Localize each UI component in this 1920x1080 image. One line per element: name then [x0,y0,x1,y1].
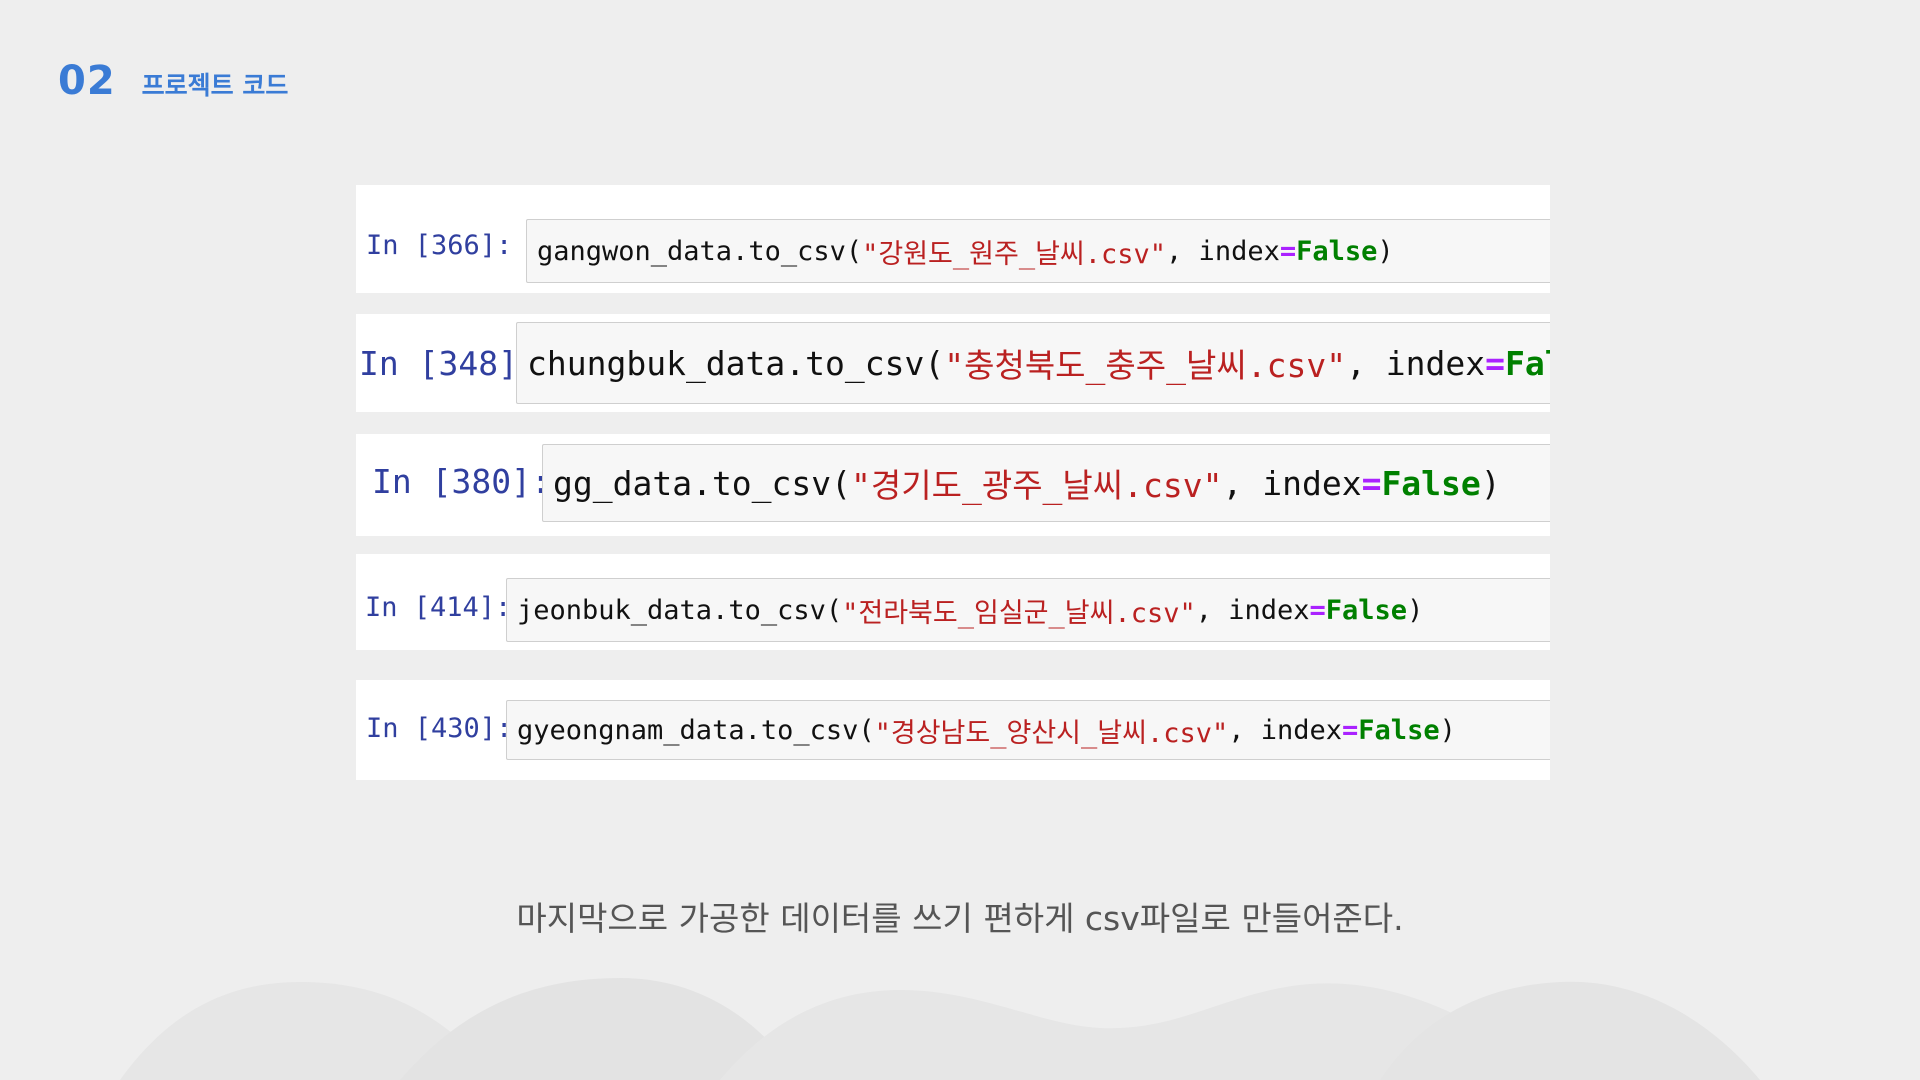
code-close-paren: ) [1377,235,1394,267]
code-operator: = [1485,343,1506,383]
code-var: gyeongnam_data.to_csv( [517,714,875,746]
code-input[interactable]: gangwon_data.to_csv("강원도_원주_날씨.csv", ind… [526,219,1550,283]
code-args: , index [1346,343,1486,383]
code-close-paren: ) [1439,714,1456,746]
code-input[interactable]: gyeongnam_data.to_csv("경상남도_양산시_날씨.csv",… [506,700,1550,760]
code-var: jeonbuk_data.to_csv( [517,594,843,626]
code-string: "경상남도_양산시_날씨.csv" [874,717,1229,749]
code-cell: In [348]: chungbuk_data.to_csv("충청북도_충주_… [356,314,1550,412]
code-string: "전라북도_임실군_날씨.csv" [842,597,1196,629]
code-string: "충청북도_충주_날씨.csv" [944,346,1347,385]
decorative-wave-background [120,978,1760,1080]
slide-header: 02 프로젝트 코드 [58,58,288,104]
code-close-paren: ) [1407,594,1424,626]
code-keyword: False [1296,235,1378,267]
code-args: , index [1166,235,1280,267]
cell-prompt: In [414]: [365,592,512,623]
code-args: , index [1195,594,1310,626]
code-operator: = [1361,463,1382,503]
code-args: , index [1228,714,1343,746]
code-string: "강원도_원주_날씨.csv" [862,238,1167,270]
code-cell: In [430]: gyeongnam_data.to_csv("경상남도_양산… [356,680,1550,780]
code-operator: = [1279,235,1297,267]
section-number: 02 [58,58,116,104]
code-cell: In [414]: jeonbuk_data.to_csv("전라북도_임실군_… [356,554,1550,650]
code-string: "경기도_광주_날씨.csv" [851,466,1223,505]
code-input[interactable]: jeonbuk_data.to_csv("전라북도_임실군_날씨.csv", i… [506,578,1550,642]
code-args: , index [1222,463,1362,503]
cell-prompt: In [366]: [366,230,513,261]
section-title: 프로젝트 코드 [141,71,289,100]
code-input[interactable]: gg_data.to_csv("경기도_광주_날씨.csv", index = … [542,444,1550,522]
code-var: gg_data.to_csv( [553,463,852,503]
code-operator: = [1342,714,1359,746]
code-cell: In [380]: gg_data.to_csv("경기도_광주_날씨.csv"… [356,434,1550,536]
code-keyword: False [1325,594,1408,626]
cell-prompt: In [430]: [366,713,513,744]
code-close-paren: ) [1480,463,1501,503]
cell-prompt: In [380]: [372,462,551,501]
cell-prompt: In [348]: [359,344,538,383]
code-operator: = [1309,594,1326,626]
code-keyword: False [1358,714,1440,746]
code-cell: In [366]: gangwon_data.to_csv("강원도_원주_날씨… [356,185,1550,293]
code-keyword: False [1505,343,1550,383]
code-var: chungbuk_data.to_csv( [527,343,945,383]
code-var: gangwon_data.to_csv( [537,235,863,267]
slide-caption: 마지막으로 가공한 데이터를 쓰기 편하게 csv파일로 만들어준다. [516,899,1404,938]
code-input[interactable]: chungbuk_data.to_csv("충청북도_충주_날씨.csv", i… [516,322,1550,404]
code-keyword: False [1381,463,1481,503]
